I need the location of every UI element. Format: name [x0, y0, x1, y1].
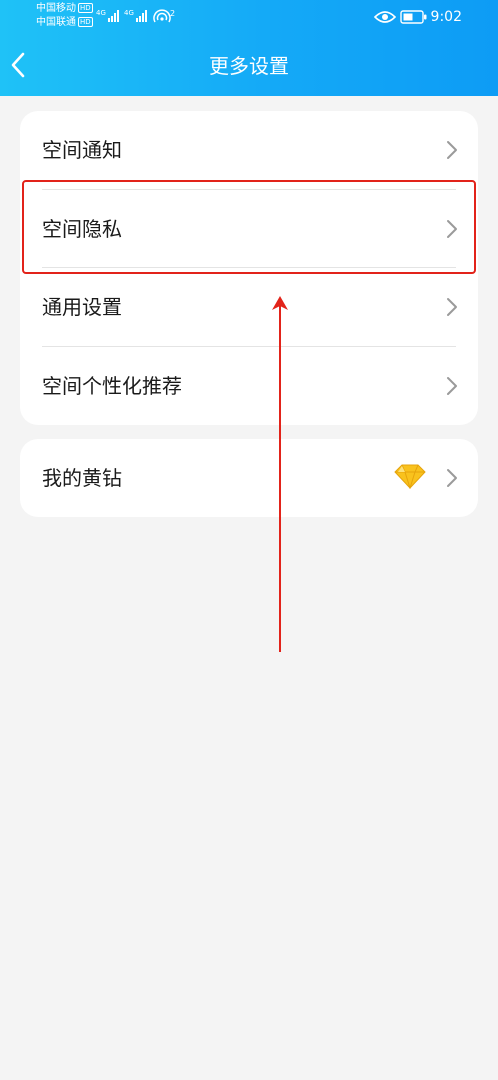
carrier-2: 中国联通 HD: [36, 17, 93, 29]
setting-item-general-settings[interactable]: 通用设置: [20, 268, 478, 346]
hd-badge: HD: [78, 17, 93, 27]
hotspot-count: 2: [170, 9, 175, 18]
status-time: 9:02: [430, 9, 462, 25]
setting-item-personalized-recommend[interactable]: 空间个性化推荐: [20, 347, 478, 425]
setting-item-label: 我的黄钻: [42, 466, 122, 490]
setting-item-label: 空间通知: [42, 138, 122, 162]
carrier-1-label: 中国移动: [36, 3, 76, 14]
chevron-right-icon: [447, 298, 457, 316]
carrier-2-label: 中国联通: [36, 17, 76, 28]
up-arrow-annotation: [272, 296, 288, 652]
eye-icon: [374, 11, 396, 23]
hd-badge: HD: [78, 3, 93, 13]
signal-icon: 4G: [124, 9, 147, 22]
app-header: 中国移动 HD 中国联通 HD 4G 4G 2 9:02 更多设置: [0, 0, 498, 96]
battery-icon: [400, 10, 427, 24]
setting-item-space-notification[interactable]: 空间通知: [20, 111, 478, 189]
highlight-box: [22, 180, 476, 274]
vip-card: 我的黄钻: [20, 439, 478, 517]
page-title: 更多设置: [209, 54, 289, 78]
carrier-1: 中国移动 HD: [36, 3, 93, 15]
chevron-right-icon: [447, 469, 457, 487]
setting-item-yellow-diamond[interactable]: 我的黄钻: [20, 439, 478, 517]
status-bar: 中国移动 HD 中国联通 HD 4G 4G 2 9:02: [0, 0, 498, 36]
signal-icon: 4G: [96, 9, 119, 22]
network-type-label: 4G: [96, 9, 106, 17]
yellow-diamond-icon: [394, 464, 426, 489]
setting-item-label: 空间个性化推荐: [42, 374, 182, 398]
chevron-right-icon: [447, 141, 457, 159]
chevron-right-icon: [447, 377, 457, 395]
setting-item-label: 通用设置: [42, 295, 122, 319]
hotspot-icon: 2: [153, 9, 175, 23]
network-type-label: 4G: [124, 9, 134, 17]
